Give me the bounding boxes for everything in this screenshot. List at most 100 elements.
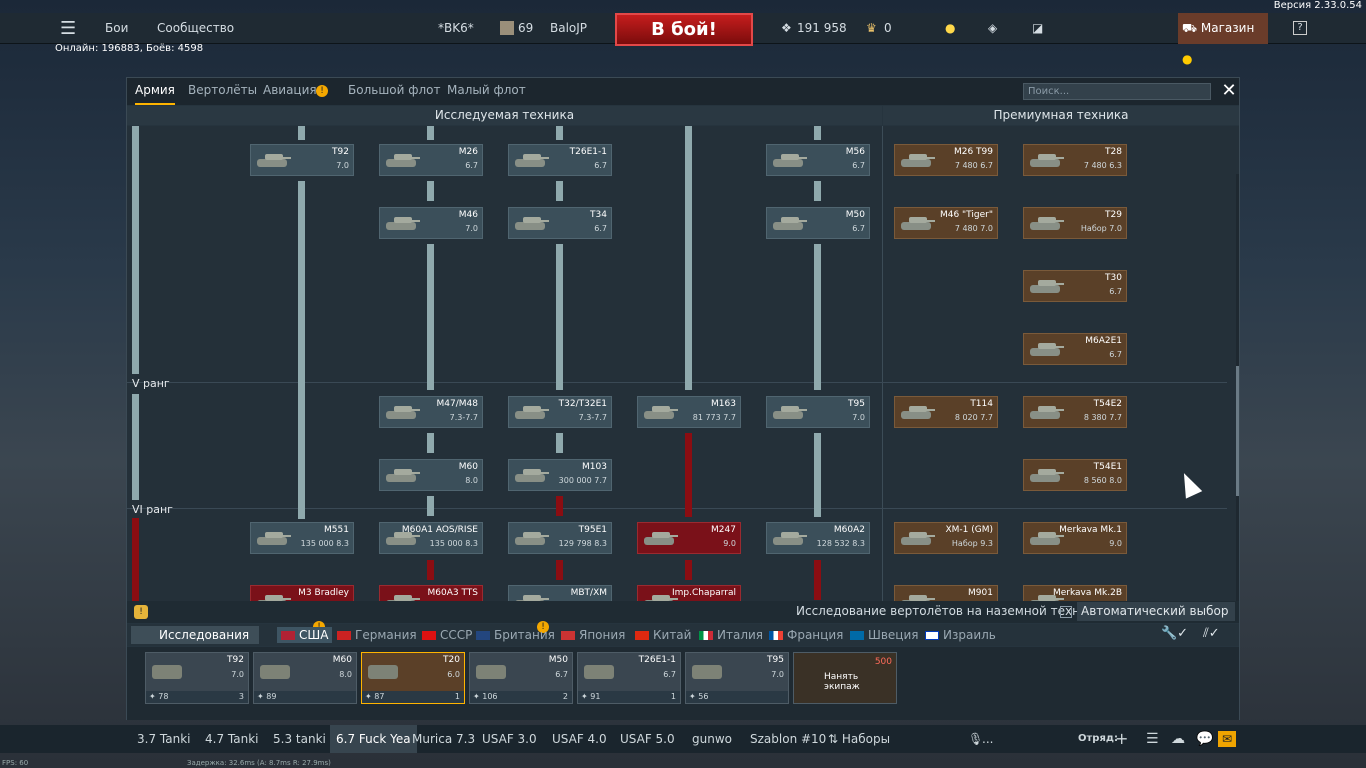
nation-usa[interactable]: США [277, 627, 333, 643]
research-button[interactable]: Исследования [131, 626, 259, 644]
tab-bluewater-fleet[interactable]: Большой флот [348, 78, 441, 105]
tab-army[interactable]: Армия [135, 78, 175, 105]
nation-ussr[interactable]: СССР [422, 627, 472, 643]
tab-aviation[interactable]: Авиация [263, 78, 317, 105]
battles-menu[interactable]: Бои [105, 13, 128, 44]
list-icon[interactable]: ☰ [1146, 725, 1159, 753]
alert-icon[interactable]: ! [134, 605, 148, 619]
preset-tab[interactable]: Murica 7.3 [412, 725, 475, 753]
vehicle-card[interactable]: M551 135 000 8.3 [250, 522, 354, 554]
search-input[interactable]: Поиск... [1023, 83, 1211, 100]
vehicle-card[interactable]: T26E1-1 6.7 [508, 144, 612, 176]
vehicle-card[interactable]: M103 300 000 7.7 [508, 459, 612, 491]
crew-slot[interactable]: T20 6.0 ✦ 87 1 [361, 652, 465, 704]
tab-helicopters[interactable]: Вертолёты [188, 78, 257, 105]
avatar[interactable] [500, 21, 514, 35]
crew-slot[interactable]: T95 7.0 ✦ 56 [685, 652, 789, 704]
tree-scrollbar-thumb[interactable] [1236, 366, 1239, 496]
vehicle-card[interactable]: M60A2 128 532 8.3 [766, 522, 870, 554]
vehicle-br: 300 000 7.7 [558, 476, 607, 485]
vehicle-card[interactable]: T95 7.0 [766, 396, 870, 428]
vehicle-card[interactable]: T95E1 129 798 8.3 [508, 522, 612, 554]
premium-vehicle-card[interactable]: T54E1 8 560 8.0 [1023, 459, 1127, 491]
vehicle-card[interactable]: MBT/XM [508, 585, 612, 601]
preset-tab[interactable]: 5.3 tanki [273, 725, 326, 753]
lightbulb-icon[interactable]: ● [945, 13, 955, 44]
vehicle-card[interactable]: M46 7.0 [379, 207, 483, 239]
vehicle-br: 6.7 [594, 161, 607, 170]
close-icon[interactable]: ✕ [1218, 80, 1240, 102]
nation-china[interactable]: Китай [635, 627, 691, 643]
vehicle-card[interactable]: M163 81 773 7.7 [637, 396, 741, 428]
vehicle-card[interactable]: M3 Bradley [250, 585, 354, 601]
nation-france[interactable]: Франция [769, 627, 843, 643]
premium-vehicle-card[interactable]: M6A2E1 6.7 [1023, 333, 1127, 365]
vehicle-card[interactable]: M60A3 TTS [379, 585, 483, 601]
repair-icon[interactable]: 🔧✓ [1161, 626, 1188, 641]
chat-icon[interactable]: 💬 [1196, 725, 1213, 753]
premium-vehicle-card[interactable]: T54E2 8 380 7.7 [1023, 396, 1127, 428]
vehicle-card[interactable]: T34 6.7 [508, 207, 612, 239]
microphone-icon[interactable]: 🎙 [968, 725, 983, 753]
vehicle-br: 9.0 [723, 539, 736, 548]
ticket-icon[interactable]: ◪ [1032, 13, 1043, 44]
premium-vehicle-card[interactable]: Merkava Mk.1 9.0 [1023, 522, 1127, 554]
vehicle-card[interactable]: M50 6.7 [766, 207, 870, 239]
nation-germany[interactable]: Германия [337, 627, 417, 643]
vehicle-card[interactable]: M60A1 AOS/RISE 135 000 8.3 [379, 522, 483, 554]
presets-sets-button[interactable]: ⇅ Наборы [828, 725, 890, 753]
premium-vehicle-card[interactable]: T29 Набор 7.0 [1023, 207, 1127, 239]
nation-britain[interactable]: Британия [476, 627, 555, 643]
preset-tab[interactable]: Szablon #10 [750, 725, 826, 753]
add-squad-icon[interactable]: + [1115, 725, 1128, 753]
preset-tab[interactable]: 3.7 Tanki [137, 725, 190, 753]
preset-tab[interactable]: gunwo [692, 725, 732, 753]
premium-vehicle-card[interactable]: M901 [894, 585, 998, 601]
menu-icon[interactable]: ☰ [60, 13, 76, 44]
mail-icon[interactable]: ✉ [1218, 731, 1236, 747]
preset-tab[interactable]: USAF 3.0 [482, 725, 537, 753]
premium-vehicle-card[interactable]: T30 6.7 [1023, 270, 1127, 302]
crew-slot[interactable]: T92 7.0 ✦ 78 3 [145, 652, 249, 704]
premium-vehicle-card[interactable]: XM-1 (GM) Набор 9.3 [894, 522, 998, 554]
vehicle-card[interactable]: M247 9.0 [637, 522, 741, 554]
community-menu[interactable]: Сообщество [157, 13, 234, 44]
preset-tab[interactable]: USAF 4.0 [552, 725, 607, 753]
help-button[interactable]: ? [1293, 21, 1307, 35]
nation-japan[interactable]: Япония [561, 627, 625, 643]
preset-name[interactable]: *BK6* [438, 13, 474, 44]
to-battle-button[interactable]: В бой! [615, 13, 753, 46]
premium-vehicle-card[interactable]: M26 T99 7 480 6.7 [894, 144, 998, 176]
vehicle-card[interactable]: T92 7.0 [250, 144, 354, 176]
vehicle-card[interactable]: M47/M48 7.3-7.7 [379, 396, 483, 428]
nation-israel[interactable]: Израиль [925, 627, 996, 643]
heli-research-checkbox[interactable] [1060, 606, 1072, 618]
nation-italy[interactable]: Италия [699, 627, 763, 643]
vehicle-card[interactable]: M60 8.0 [379, 459, 483, 491]
auto-select-dropdown[interactable]: Автоматический выбор ⌄ [1077, 602, 1235, 637]
crew-slot[interactable]: M60 8.0 ✦ 89 [253, 652, 357, 704]
tank-icon [515, 594, 545, 601]
crew-slot[interactable]: T26E1-1 6.7 ✦ 91 1 [577, 652, 681, 704]
ammo-icon[interactable]: ⫽✓ [1203, 626, 1220, 641]
tab-coastal-fleet[interactable]: Малый флот [447, 78, 526, 105]
premium-vehicle-card[interactable]: Merkava Mk.2B [1023, 585, 1127, 601]
premium-vehicle-card[interactable]: T114 8 020 7.7 [894, 396, 998, 428]
preset-tab-active[interactable]: 6.7 Fuck Yea [330, 725, 417, 753]
premium-vehicle-card[interactable]: M46 "Tiger" 7 480 7.0 [894, 207, 998, 239]
nation-sweden[interactable]: Швеция [850, 627, 918, 643]
shop-button[interactable]: ⛟ Магазин ● [1178, 13, 1268, 66]
vehicle-card[interactable]: Imp.Chaparral [637, 585, 741, 601]
hire-crew-slot[interactable]: 500 Нанять экипаж [793, 652, 897, 704]
vehicle-card[interactable]: M26 6.7 [379, 144, 483, 176]
preset-tab[interactable]: USAF 5.0 [620, 725, 675, 753]
vehicle-br: 6.7 [852, 161, 865, 170]
player-nickname[interactable]: BaloJP [550, 13, 587, 44]
crew-slot[interactable]: M50 6.7 ✦ 106 2 [469, 652, 573, 704]
vehicle-card[interactable]: T32/T32E1 7.3-7.7 [508, 396, 612, 428]
contacts-icon[interactable]: ☁ [1171, 725, 1185, 753]
preset-tab[interactable]: 4.7 Tanki [205, 725, 258, 753]
vehicle-card[interactable]: M56 6.7 [766, 144, 870, 176]
premium-vehicle-card[interactable]: T28 7 480 6.3 [1023, 144, 1127, 176]
diamond-icon[interactable]: ◈ [988, 13, 997, 44]
